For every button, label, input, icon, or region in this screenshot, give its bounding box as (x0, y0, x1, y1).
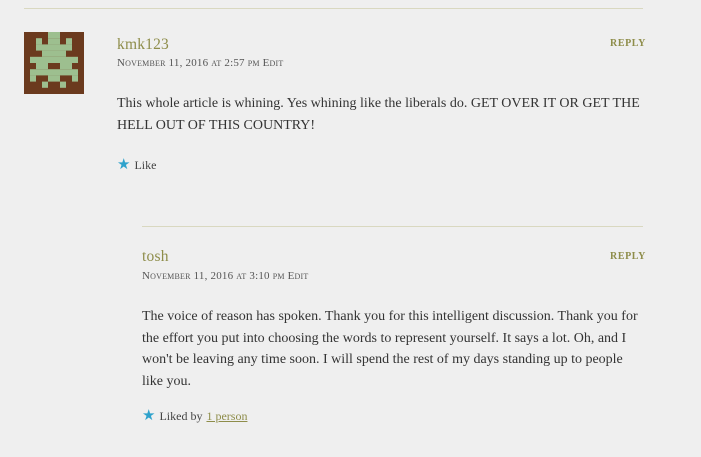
comment-meta: November 11, 2016 at 3:10 pm Edit (142, 270, 309, 282)
comment-body: The voice of reason has spoken. Thank yo… (142, 309, 638, 389)
comment-body: This whole article is whining. Yes whini… (117, 96, 640, 133)
edit-link[interactable]: Edit (288, 270, 309, 282)
liked-by-link[interactable]: 1 person (206, 409, 247, 424)
reply-divider (142, 226, 643, 227)
comment-time[interactable]: 2:57 pm (224, 57, 259, 69)
liked-by: ★ Liked by 1 person (142, 409, 247, 424)
star-icon: ★ (117, 157, 131, 173)
user-avatar[interactable] (24, 32, 84, 94)
comment-at: at (236, 270, 247, 282)
like-label: Like (134, 158, 157, 172)
star-icon[interactable]: ★ (142, 409, 155, 424)
comment-meta: November 11, 2016 at 2:57 pm Edit (117, 57, 284, 69)
comment-author[interactable]: tosh (142, 248, 169, 266)
comment-divider (24, 8, 643, 9)
like-button[interactable]: ★ Like (117, 158, 156, 173)
comment-date[interactable]: November 11, 2016 (117, 57, 208, 69)
comment-date[interactable]: November 11, 2016 (142, 270, 233, 282)
comment-author[interactable]: kmk123 (117, 36, 169, 54)
edit-link[interactable]: Edit (263, 57, 284, 69)
reply-link[interactable]: REPLY (610, 38, 646, 49)
reply-link[interactable]: REPLY (610, 251, 646, 262)
comment-at: at (211, 57, 222, 69)
comment-time[interactable]: 3:10 pm (249, 270, 284, 282)
liked-by-label: Liked by (159, 409, 203, 423)
